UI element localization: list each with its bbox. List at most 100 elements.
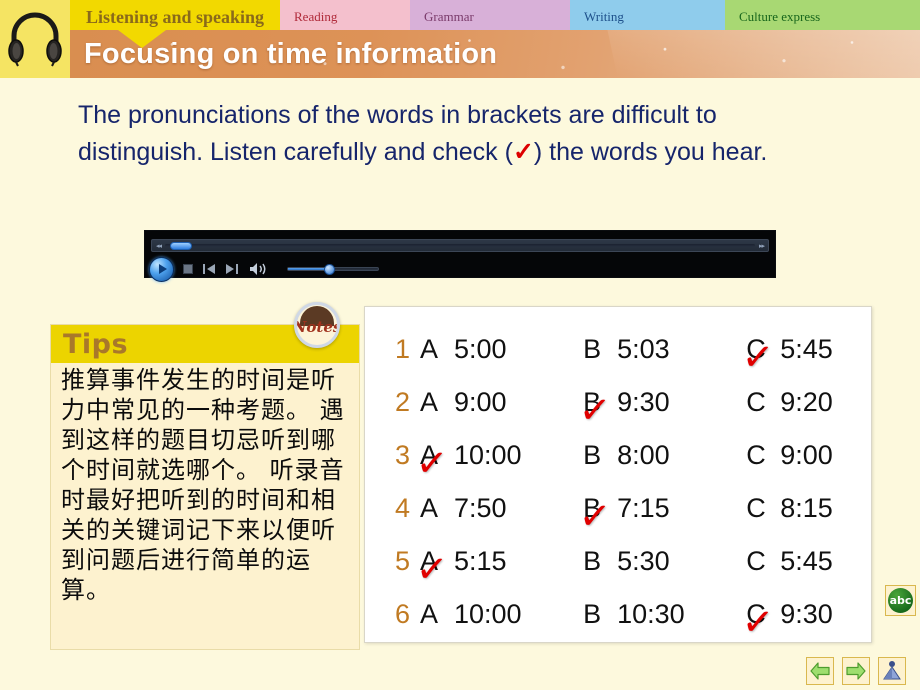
tab-writing[interactable]: Writing (570, 0, 725, 30)
option-b[interactable]: B 5:03 (583, 334, 746, 365)
option-c-letter: C (746, 493, 766, 523)
option-a[interactable]: A 9:00 (420, 387, 583, 418)
volume-button[interactable] (248, 261, 268, 277)
option-b-value: 7:15 (617, 493, 670, 523)
option-c[interactable]: C 9:00 (746, 440, 871, 471)
seek-track[interactable] (165, 244, 755, 247)
seek-bar[interactable]: ◂◂ ▸▸ (151, 239, 769, 252)
next-button[interactable] (225, 263, 239, 276)
tips-title: Tips (63, 328, 129, 360)
instruction-check-icon: ✓ (512, 138, 534, 166)
option-c[interactable]: C 8:15 (746, 493, 871, 524)
option-c[interactable]: C 9:20 (746, 387, 871, 418)
table-row: 5 ✓ A 5:15 B 5:30 C 5:45 (365, 535, 871, 592)
option-b-letter: B (583, 334, 602, 364)
option-b-value: 10:30 (617, 599, 685, 629)
option-a-letter: A (419, 599, 438, 629)
row-number: 4 (395, 493, 411, 523)
option-b-value: 5:03 (617, 334, 670, 364)
forward-button[interactable] (842, 657, 870, 685)
tab-reading[interactable]: Reading (280, 0, 410, 30)
row-number: 3 (395, 440, 411, 470)
row-number: 6 (395, 599, 411, 629)
option-a-value: 10:00 (453, 599, 522, 629)
option-a-letter: A (419, 387, 438, 417)
abc-button[interactable]: abc (885, 585, 916, 616)
tab-culture-express[interactable]: Culture express (725, 0, 920, 30)
home-cone-icon (883, 661, 901, 680)
option-a-value: 5:00 (453, 334, 507, 364)
volume-thumb[interactable] (324, 264, 335, 275)
row-number: 2 (395, 387, 411, 417)
player-controls (149, 255, 767, 283)
option-a-letter: A (419, 546, 438, 576)
option-c-letter: C (746, 440, 766, 470)
headphones-badge (0, 0, 70, 78)
instruction-part-2: ) the words you hear. (533, 138, 768, 166)
option-c[interactable]: C 5:45 (746, 546, 871, 577)
option-c[interactable]: ✓ C 9:30 (741, 599, 871, 645)
volume-fill (288, 268, 329, 270)
play-button[interactable] (149, 256, 174, 282)
option-a[interactable]: A 5:00 (420, 334, 583, 365)
option-b-letter: B (583, 599, 602, 629)
tips-panel: Tips 推算事件发生的时间是听力中常见的一种考题。 遇到这样的题目切忌听到哪个… (50, 324, 360, 650)
option-b-value: 9:30 (617, 387, 670, 417)
option-b[interactable]: B 8:00 (583, 440, 746, 471)
option-c-value: 9:00 (780, 440, 833, 470)
option-b-value: 8:00 (617, 440, 670, 470)
arrow-right-icon (846, 662, 866, 680)
tab-culture-express-label: Culture express (739, 9, 821, 24)
tab-listening-and-speaking[interactable]: Listening and speaking (70, 0, 280, 30)
option-a[interactable]: A 7:50 (420, 493, 583, 524)
answers-panel: 1 A 5:00 B 5:03 ✓ C 5:45 2 A 9:00 ✓ B 9:… (364, 306, 872, 645)
option-c[interactable]: ✓ C 5:45 (741, 334, 871, 380)
media-player[interactable]: ◂◂ ▸▸ (144, 230, 776, 282)
previous-button[interactable] (202, 263, 216, 276)
option-b-letter: B (583, 546, 602, 576)
option-b-value: 5:30 (617, 546, 670, 576)
stop-button[interactable] (183, 264, 193, 274)
option-b[interactable]: ✓ B 7:15 (578, 493, 746, 539)
speaker-icon (250, 263, 266, 275)
option-b-letter: B (583, 387, 602, 417)
back-button[interactable] (806, 657, 834, 685)
option-b-letter: B (583, 493, 602, 523)
option-c-value: 5:45 (780, 546, 833, 576)
tab-listening-and-speaking-label: Listening and speaking (85, 7, 265, 27)
next-icon (226, 264, 238, 274)
tab-grammar[interactable]: Grammar (410, 0, 570, 30)
option-a-value: 5:15 (453, 546, 507, 576)
option-b-letter: B (583, 440, 602, 470)
option-a-letter: A (419, 334, 438, 364)
option-c-letter: C (746, 599, 766, 629)
option-a-value: 9:00 (453, 387, 507, 417)
table-row: 3 ✓ A 10:00 B 8:00 C 9:00 (365, 429, 871, 486)
tips-body-text: 推算事件发生的时间是听力中常见的一种考题。 遇到这样的题目切忌听到哪个时间就选哪… (61, 366, 345, 604)
notes-badge[interactable]: Notes (294, 302, 340, 348)
seek-left-marks: ◂◂ (156, 242, 162, 250)
play-icon (158, 264, 167, 274)
page-title: Focusing on time information (84, 38, 498, 70)
option-a-letter: A (419, 440, 438, 470)
instruction-text: The pronunciations of the words in brack… (78, 97, 848, 171)
seek-thumb[interactable] (170, 242, 192, 250)
home-button[interactable] (878, 657, 906, 685)
row-number: 5 (395, 546, 411, 576)
option-b[interactable]: ✓ B 9:30 (578, 387, 746, 433)
option-a-value: 7:50 (453, 493, 507, 523)
option-c-letter: C (746, 387, 766, 417)
option-b[interactable]: B 5:30 (583, 546, 746, 577)
seek-right-marks: ▸▸ (758, 242, 765, 250)
option-c-letter: C (746, 334, 766, 364)
option-a[interactable]: ✓ A 10:00 (414, 440, 583, 486)
option-b[interactable]: B 10:30 (583, 599, 746, 630)
option-c-value: 8:15 (780, 493, 833, 523)
option-a[interactable]: ✓ A 5:15 (414, 546, 583, 592)
option-a[interactable]: A 10:00 (420, 599, 583, 630)
volume-slider[interactable] (287, 264, 379, 275)
navigation-bar (806, 657, 906, 685)
abc-icon: abc (888, 588, 913, 613)
option-c-value: 5:45 (780, 334, 833, 364)
tab-reading-label: Reading (294, 9, 338, 24)
